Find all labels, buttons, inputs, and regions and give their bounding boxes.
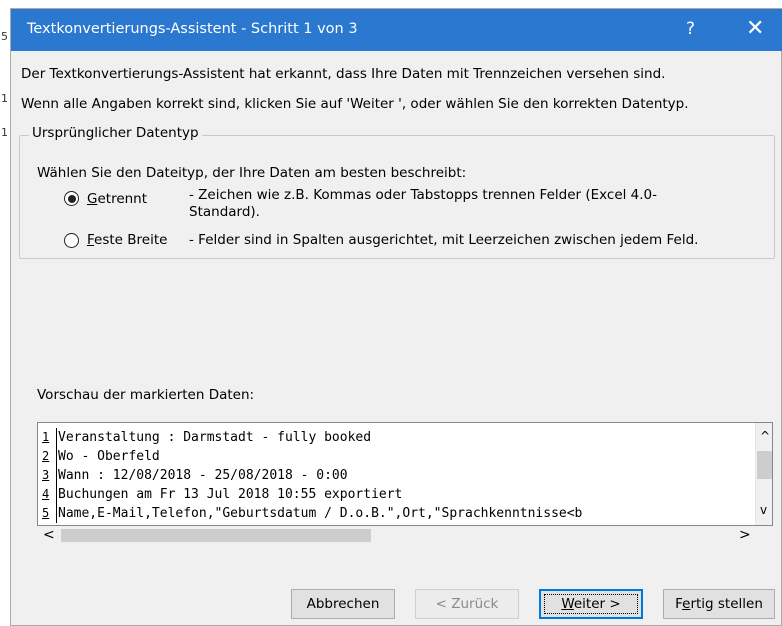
fixed-width-description: - Felder sind in Spalten ausgerichtet, m… bbox=[189, 232, 699, 248]
row-text: Wo - Oberfeld bbox=[58, 449, 160, 464]
preview-row: 4 Buchungen am Fr 13 Jul 2018 10:55 expor… bbox=[40, 485, 582, 504]
vertical-scrollbar[interactable]: ^ v bbox=[755, 423, 772, 525]
row-text: Name,E-Mail,Telefon,"Geburtsdatum / D.o.… bbox=[58, 506, 583, 521]
text-import-wizard-dialog: Textkonvertierungs-Assistent - Schritt 1… bbox=[10, 8, 782, 626]
scroll-left-icon[interactable]: < bbox=[43, 527, 55, 543]
row-number: 5 bbox=[40, 504, 57, 523]
intro-text-2: Wenn alle Angaben korrekt sind, klicken … bbox=[21, 96, 689, 112]
dialog-title: Textkonvertierungs-Assistent - Schritt 1… bbox=[27, 21, 358, 37]
preview-row: 2 Wo - Oberfeld bbox=[40, 447, 582, 466]
radio-fixed-width[interactable] bbox=[64, 233, 79, 248]
datatype-prompt: Wählen Sie den Dateityp, der Ihre Daten … bbox=[37, 165, 467, 181]
back-button[interactable]: < Zurück bbox=[415, 589, 519, 619]
scroll-up-icon[interactable]: ^ bbox=[760, 429, 770, 443]
scroll-right-icon[interactable]: > bbox=[739, 527, 751, 543]
cancel-button[interactable]: Abbrechen bbox=[291, 589, 395, 619]
title-bar: Textkonvertierungs-Assistent - Schritt 1… bbox=[11, 9, 782, 51]
intro-text-1: Der Textkonvertierungs-Assistent hat erk… bbox=[21, 66, 666, 82]
radio-delimited-label[interactable]: Getrennt bbox=[87, 191, 147, 207]
preview-row: 3 Wann : 12/08/2018 - 25/08/2018 - 0:00 bbox=[40, 466, 582, 485]
row-header: 1 bbox=[1, 92, 8, 105]
scroll-down-icon[interactable]: v bbox=[760, 503, 767, 517]
horizontal-scrollbar[interactable]: < > bbox=[37, 526, 773, 545]
row-text: Wann : 12/08/2018 - 25/08/2018 - 0:00 bbox=[58, 468, 348, 483]
close-icon[interactable]: ✕ bbox=[746, 16, 764, 41]
preview-rows: 1 Veranstaltung : Darmstadt - fully booke… bbox=[40, 428, 582, 523]
row-number: 3 bbox=[40, 466, 57, 485]
row-header: 1 bbox=[1, 126, 8, 139]
row-number: 4 bbox=[40, 485, 57, 504]
preview-label: Vorschau der markierten Daten: bbox=[37, 387, 255, 403]
finish-button[interactable]: Fertig stellen bbox=[663, 589, 775, 619]
next-button[interactable]: Weiter > bbox=[539, 589, 643, 619]
row-text: Veranstaltung : Darmstadt - fully booked bbox=[58, 430, 372, 445]
datatype-group-legend: Ursprünglicher Datentyp bbox=[29, 125, 202, 141]
row-text: Buchungen am Fr 13 Jul 2018 10:55 export… bbox=[58, 487, 403, 502]
help-icon[interactable]: ? bbox=[686, 19, 695, 39]
preview-row: 1 Veranstaltung : Darmstadt - fully booke… bbox=[40, 428, 582, 447]
vertical-scroll-thumb[interactable] bbox=[757, 451, 772, 479]
radio-selected-dot bbox=[67, 194, 76, 203]
horizontal-scroll-thumb[interactable] bbox=[61, 529, 371, 542]
row-header: 5 bbox=[1, 30, 8, 43]
delimited-description: - Zeichen wie z.B. Kommas oder Tabstopps… bbox=[189, 187, 658, 220]
radio-fixed-width-label[interactable]: Feste Breite bbox=[87, 232, 167, 248]
row-number: 2 bbox=[40, 447, 57, 466]
row-number: 1 bbox=[40, 428, 57, 447]
radio-delimited[interactable] bbox=[64, 191, 79, 206]
preview-row: 5 Name,E-Mail,Telefon,"Geburtsdatum / D.o… bbox=[40, 504, 582, 523]
focus-rectangle bbox=[544, 594, 638, 614]
data-preview[interactable]: 1 Veranstaltung : Darmstadt - fully booke… bbox=[37, 422, 773, 526]
